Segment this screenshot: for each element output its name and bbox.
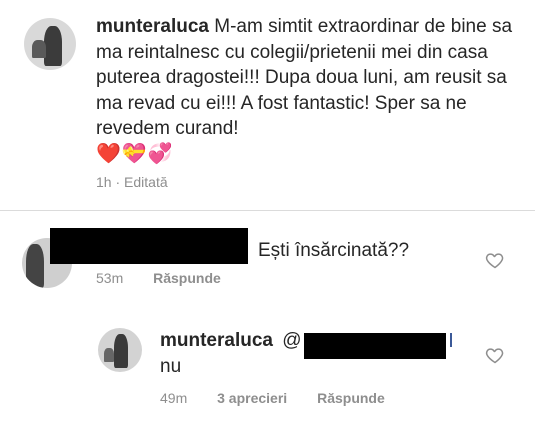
mention-prefix: @ — [282, 330, 302, 351]
avatar-figure — [114, 334, 128, 368]
section-divider — [0, 210, 535, 211]
comment-meta: 53m Răspunde — [96, 270, 221, 286]
reply-meta: 49m 3 aprecieri Răspunde — [160, 390, 385, 406]
reply-username[interactable]: munteraluca — [160, 330, 273, 351]
reply-button[interactable]: Răspunde — [153, 270, 221, 286]
heart-outline-icon[interactable] — [485, 250, 505, 270]
heart-outline-icon[interactable] — [485, 345, 505, 365]
caption-emojis: ❤️💝💞 — [96, 143, 174, 165]
avatar-figure — [44, 26, 62, 66]
caption-edited-label: Editată — [124, 174, 168, 190]
caption-time[interactable]: 1h — [96, 174, 112, 190]
reply-time[interactable]: 49m — [160, 390, 187, 406]
caption-meta: 1h · Editată — [96, 174, 168, 190]
redacted-username — [50, 228, 248, 264]
caption-avatar[interactable] — [24, 18, 76, 70]
caption-text-block: munteraluca M-am simtit extraordinar de … — [96, 14, 521, 142]
comment-time[interactable]: 53m — [96, 270, 123, 286]
reply-button[interactable]: Răspunde — [317, 390, 385, 406]
meta-separator: · — [115, 174, 121, 190]
comment-text: Ești însărcinată?? — [258, 240, 410, 261]
caption-username[interactable]: munteraluca — [96, 16, 209, 37]
likes-count[interactable]: 3 aprecieri — [217, 390, 287, 406]
redacted-mention — [304, 333, 446, 359]
mention-cursor-mark — [450, 333, 452, 347]
reply-header: munteraluca @ — [160, 330, 302, 352]
reply-avatar[interactable] — [98, 328, 142, 372]
avatar-figure — [26, 244, 44, 288]
avatar-figure-secondary — [104, 348, 114, 362]
avatar-figure-secondary — [32, 40, 46, 58]
reply-text: nu — [160, 356, 182, 377]
